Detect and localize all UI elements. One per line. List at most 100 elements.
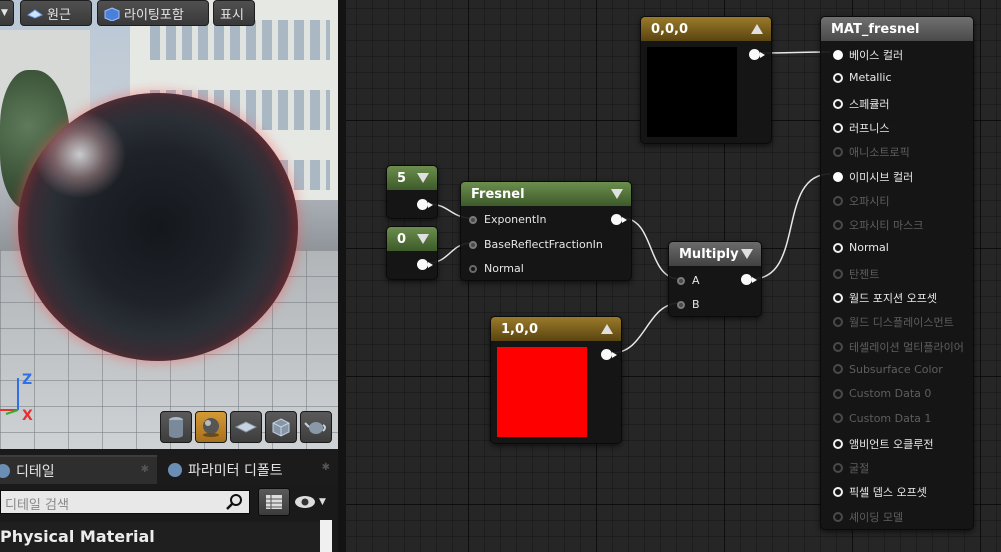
preview-cylinder-button[interactable] <box>160 411 192 443</box>
lighting-label: 라이팅포함 <box>124 7 184 23</box>
close-icon[interactable]: ✱ <box>141 464 149 475</box>
left-panel: ▼ 원근 라이팅포함 표시 Z X 디테일 ✱ 파라미터 디폴트 ✱ 디테일 검… <box>0 0 338 552</box>
collapse-arrow-icon[interactable] <box>417 234 429 244</box>
material-input-pin[interactable]: 베이스 컬러 <box>833 47 903 63</box>
collapse-arrow-icon[interactable] <box>417 173 429 183</box>
input-pin-base-reflect[interactable]: BaseReflectFractionIn <box>469 238 603 251</box>
multiply-node[interactable]: Multiply A B <box>668 241 762 317</box>
material-input-pin: 월드 디스플레이스먼트 <box>833 314 954 330</box>
output-pin[interactable] <box>749 49 765 60</box>
constant-value: 0 <box>397 231 407 247</box>
constant-node-0[interactable]: 0 <box>386 226 438 280</box>
constant-node-5[interactable]: 5 <box>386 165 438 219</box>
details-search-input[interactable]: 디테일 검색 <box>0 490 250 514</box>
material-input-pin[interactable]: 월드 포지션 오프셋 <box>833 290 937 306</box>
pin-label: Metallic <box>849 71 892 85</box>
material-input-pin[interactable]: Metallic <box>833 71 892 84</box>
preview-sphere-button[interactable] <box>195 411 227 443</box>
perspective-label: 원근 <box>47 7 71 23</box>
color-swatch[interactable] <box>647 47 737 137</box>
collapse-arrow-icon[interactable] <box>601 324 613 334</box>
node-header: 5 <box>387 166 437 190</box>
material-input-pin[interactable]: 스페큘러 <box>833 96 889 112</box>
output-pin[interactable] <box>611 214 627 225</box>
pin-label: 오파시티 마스크 <box>849 219 924 233</box>
pin-dot <box>833 317 843 328</box>
pin-dot <box>833 98 843 109</box>
material-input-pin[interactable]: 러프니스 <box>833 120 889 136</box>
pin-dot <box>833 511 843 522</box>
node-title: 0,0,0 <box>651 21 689 37</box>
material-input-pin[interactable]: Normal <box>833 241 889 254</box>
pin-label: 스페큘러 <box>849 97 890 111</box>
tab-details-label: 디테일 <box>16 463 55 480</box>
pin-dot <box>833 72 843 83</box>
viewport-menu-button[interactable]: ▼ <box>0 0 14 26</box>
lighting-button[interactable]: 라이팅포함 <box>97 0 209 26</box>
pin-dot <box>833 195 843 206</box>
material-input-pin[interactable]: 앰비언트 오클루전 <box>833 436 933 452</box>
eye-icon <box>295 496 315 508</box>
node-header: 0 <box>387 227 437 251</box>
pin-label: 오파시티 <box>849 194 890 208</box>
material-input-pin[interactable]: 픽셀 뎁스 오프셋 <box>833 484 927 500</box>
color-swatch[interactable] <box>497 347 587 437</box>
perspective-button[interactable]: 원근 <box>20 0 92 26</box>
pin-dot <box>833 487 843 498</box>
pin-dot <box>833 147 843 158</box>
pin-dot <box>833 413 843 423</box>
input-pin-exponent[interactable]: ExponentIn <box>469 213 546 226</box>
collapse-arrow-icon[interactable] <box>751 24 763 34</box>
pin-label: 이미시브 컬러 <box>849 170 914 184</box>
material-input-pin: 테셀레이션 멀티플라이어 <box>833 339 964 355</box>
close-icon[interactable]: ✱ <box>322 462 330 473</box>
show-button[interactable]: 표시 <box>213 0 255 26</box>
chevron-down-icon: ▼ <box>319 497 326 507</box>
material-input-pin: 오파시티 <box>833 193 889 209</box>
material-input-pin: 굴절 <box>833 460 869 476</box>
preview-sphere <box>18 93 298 361</box>
section-title: Physical Material <box>0 527 155 546</box>
property-matrix-button[interactable] <box>258 488 290 516</box>
pin-dot <box>833 341 843 352</box>
pin-dot <box>833 364 843 375</box>
visibility-options-button[interactable]: ▼ <box>294 490 338 514</box>
preview-mesh-toolbar <box>160 411 332 443</box>
output-pin[interactable] <box>741 274 757 285</box>
material-input-pin[interactable]: 이미시브 컬러 <box>833 169 913 185</box>
output-pin[interactable] <box>417 199 433 210</box>
material-graph-canvas[interactable]: 5 0 Fresnel ExponentIn BaseReflectFracti… <box>346 0 1001 552</box>
material-preview-viewport[interactable]: ▼ 원근 라이팅포함 표시 Z X <box>0 0 338 449</box>
material-input-pin: Custom Data 1 <box>833 412 931 425</box>
pin-dot <box>833 220 843 231</box>
pin-dot <box>833 438 843 449</box>
color-node-black[interactable]: 0,0,0 <box>640 16 772 144</box>
material-result-node[interactable]: MAT_fresnel 베이스 컬러 Metallic 스페큘러 러프니스 애니소트로픽… <box>820 16 974 530</box>
tab-parameter-defaults[interactable]: 파라미터 디폴트 ✱ <box>160 455 338 484</box>
physical-material-section[interactable]: Physical Material <box>0 522 320 552</box>
material-input-pin: Custom Data 0 <box>833 387 931 400</box>
color-node-red[interactable]: 1,0,0 <box>490 316 622 444</box>
tab-details[interactable]: 디테일 ✱ <box>0 455 157 484</box>
node-title: 1,0,0 <box>501 321 539 337</box>
material-input-pin: 애니소트로픽 <box>833 144 910 160</box>
panel-splitter[interactable] <box>338 0 346 552</box>
input-pin-a[interactable]: A <box>677 274 700 287</box>
fresnel-node[interactable]: Fresnel ExponentIn BaseReflectFractionIn… <box>460 181 632 281</box>
input-pin-b[interactable]: B <box>677 298 700 311</box>
output-pin[interactable] <box>601 349 617 360</box>
collapse-arrow-icon[interactable] <box>611 189 623 199</box>
details-tab-bar: 디테일 ✱ 파라미터 디폴트 ✱ <box>0 455 338 484</box>
preview-plane-button[interactable] <box>230 411 262 443</box>
input-pin-normal[interactable]: Normal <box>469 262 524 275</box>
plane-icon <box>234 421 258 433</box>
preview-teapot-button[interactable] <box>300 411 332 443</box>
scrollbar-thumb[interactable] <box>320 520 332 552</box>
output-pin[interactable] <box>417 259 433 270</box>
pin-dot <box>677 276 685 285</box>
node-header: Multiply <box>669 242 761 266</box>
preview-cube-button[interactable] <box>265 411 297 443</box>
sphere-icon <box>203 418 219 437</box>
building-windows <box>150 20 330 60</box>
collapse-arrow-icon[interactable] <box>741 249 753 259</box>
